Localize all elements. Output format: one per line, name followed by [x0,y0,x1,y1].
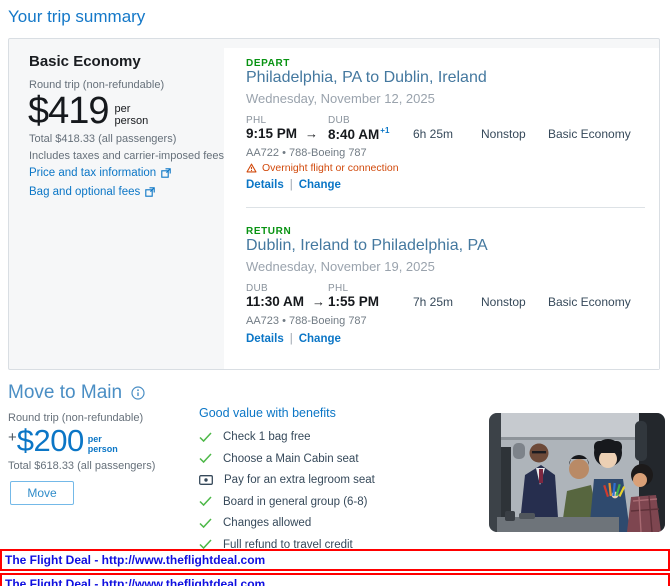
move-button[interactable]: Move [10,481,74,505]
fare-name: Basic Economy [29,53,141,70]
origin-code: PHL [246,115,267,126]
flight-number: AA723 • 788-Boeing 787 [246,315,367,327]
upsell-total: Total $618.33 (all passengers) [8,460,156,472]
price-tax-info-link[interactable]: Price and tax information [29,167,171,179]
route-heading: Philadelphia, PA to Dublin, Ireland [246,69,487,86]
plus-sign: + [8,429,17,446]
arrive-time: 8:40 AM+1 [328,126,390,142]
flight-date: Wednesday, November 19, 2025 [246,259,435,274]
cabin-photo [489,413,665,532]
details-link[interactable]: Details [246,333,284,345]
check-icon [199,496,212,507]
depart-time: 9:15 PM [246,126,298,141]
benefit-item: Pay for an extra legroom seat [199,474,469,487]
depart-time: 11:30 AM [246,294,305,309]
airport-codes: DUB PHL [246,283,348,294]
check-icon [199,432,212,443]
external-link-icon [145,187,156,197]
total-price: Total $418.33 (all passengers) [29,133,177,145]
bag-fees-link[interactable]: Bag and optional fees [29,186,156,198]
deal-banner-clipped[interactable]: The Flight Deal - http://www.theflightde… [0,573,670,586]
price-per-person: $419 per person [28,91,148,131]
section-divider [246,207,645,208]
info-icon[interactable] [131,386,145,400]
check-icon [199,518,212,529]
destination-code: PHL [328,283,349,294]
duration: 6h 25m [413,127,454,141]
route-heading: Dublin, Ireland to Philadelphia, PA [246,237,488,254]
banknote-icon [199,475,213,486]
times-row: 11:30 AM → 1:55 PM 7h 25m Nonstop Basic E… [246,294,659,310]
direction-label: RETURN [246,226,292,237]
details-link[interactable]: Details [246,179,284,191]
upsell-title: Move to Main [8,382,145,404]
deal-banner-link[interactable]: The Flight Deal - http://www.theflightde… [2,553,265,567]
cabin: Basic Economy [548,127,631,141]
benefits-section: Good value with benefits Check 1 bag fre… [199,406,469,560]
benefit-item: Choose a Main Cabin seat [199,453,469,466]
flight-number: AA722 • 788-Boeing 787 [246,147,367,159]
price-unit: per person [114,103,149,127]
overnight-warning: Overnight flight or connection [246,162,399,174]
change-link[interactable]: Change [299,179,341,191]
taxes-note: Includes taxes and carrier-imposed fees [29,150,225,162]
arrive-time: 1:55 PM [328,294,380,309]
direction-label: DEPART [246,58,290,69]
cabin: Basic Economy [548,295,631,309]
depart-flight: DEPART Philadelphia, PA to Dublin, Irela… [224,48,659,206]
stops: Nonstop [481,127,526,141]
deal-banner-link[interactable]: The Flight Deal - http://www.theflightde… [2,577,265,586]
return-flight: RETURN Dublin, Ireland to Philadelphia, … [224,216,659,370]
check-icon [199,453,212,464]
warning-icon [246,163,257,173]
origin-code: DUB [246,283,269,294]
arrow-right-icon: → [312,294,326,309]
deal-banner[interactable]: The Flight Deal - http://www.theflightde… [0,549,670,571]
flight-date: Wednesday, November 12, 2025 [246,91,435,106]
destination-code: DUB [328,115,351,126]
benefit-item: Board in general group (6-8) [199,496,469,509]
upsell-price: + $200 per person [8,424,118,458]
duration: 7h 25m [413,295,454,309]
page-title: Your trip summary [8,7,146,26]
change-link[interactable]: Change [299,333,341,345]
flight-links: Details | Change [246,333,341,345]
flight-details-panel: DEPART Philadelphia, PA to Dublin, Irela… [224,48,659,369]
stops: Nonstop [481,295,526,309]
airport-codes: PHL DUB [246,115,350,126]
upsell-price-unit: per person [87,434,118,454]
benefit-item: Check 1 bag free [199,431,469,444]
next-day-badge: +1 [380,126,390,135]
arrow-right-icon: → [305,126,319,141]
price-amount: $419 [28,90,110,132]
times-row: 9:15 PM → 8:40 AM+1 6h 25m Nonstop Basic … [246,126,659,142]
flight-links: Details | Change [246,179,341,191]
benefits-title: Good value with benefits [199,406,336,420]
external-link-icon [161,168,171,178]
upsell-price-amount: $200 [16,423,84,458]
trip-summary-card: Basic Economy Round trip (non-refundable… [8,38,660,370]
benefit-item: Changes allowed [199,517,469,530]
